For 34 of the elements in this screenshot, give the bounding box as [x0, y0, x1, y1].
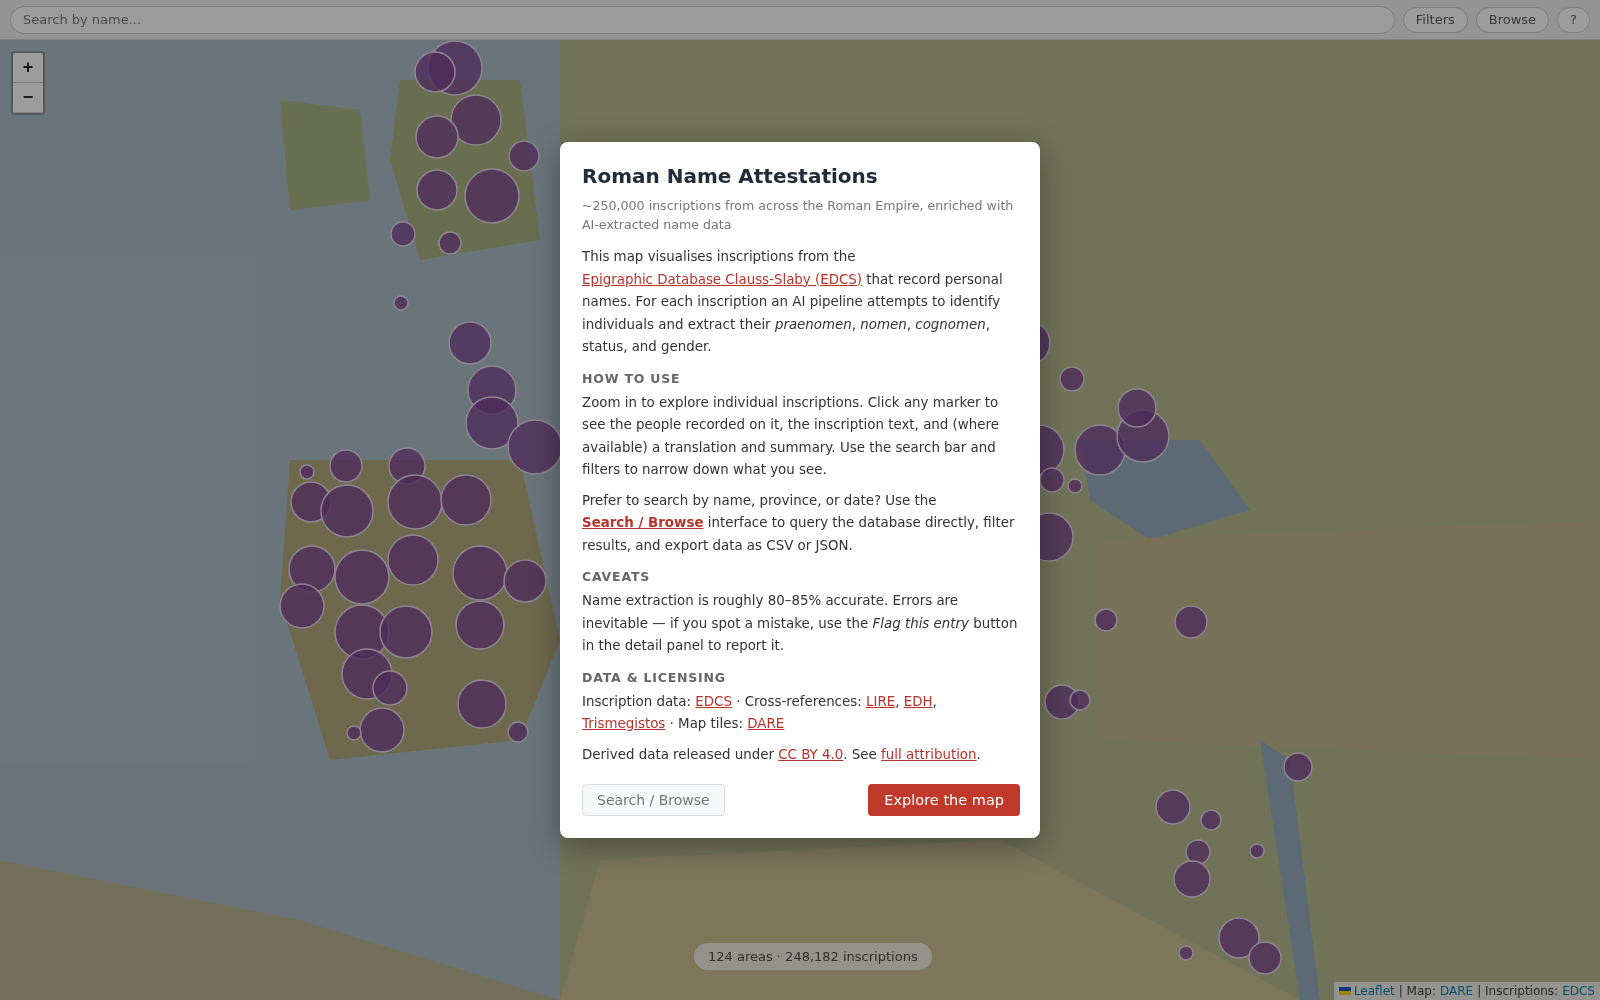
flag-icon	[1338, 987, 1351, 995]
text-link[interactable]: EDH	[903, 693, 933, 709]
text-link[interactable]: LIRE	[865, 693, 896, 709]
paragraph: Zoom in to explore individual inscriptions. Click any marker to see the people recorded on it, the inscription text, and (where available) a translation and summary. Use the search bar and filters to narrow down what you see.	[582, 393, 1000, 479]
toolbar-button[interactable]: Filters	[1402, 6, 1468, 33]
section-heading: DATA & LICENSING	[582, 669, 727, 685]
status-pill: 124 areas · 248,182 inscriptions	[694, 943, 932, 970]
text-link[interactable]: Search / Browse	[582, 515, 704, 530]
text-link[interactable]: Trismegistos	[582, 716, 666, 731]
search-field[interactable]: Search by name...	[10, 5, 1395, 34]
text-link[interactable]: DARE	[747, 716, 785, 731]
text-link[interactable]: Epigraphic Database Clauss-Slaby (EDCS)	[582, 271, 863, 287]
toolbar-button[interactable]: Browse	[1475, 6, 1550, 33]
attribution-text: | Inscriptions:	[1477, 984, 1559, 998]
paragraph: This map visualises inscriptions from the Epigraphic Database Clauss-Slaby (EDCS) that record personal names. For each inscription an AI pipeline attempts to identify individuals and extract their praenomen, nomen, cognomen, status, and gender.	[582, 248, 1004, 356]
paragraph: Inscription data: EDCS · Cross-references: LIRE, EDH, Trismegistos · Map tiles: DARE	[582, 692, 938, 733]
zoom-in-button[interactable]: +	[13, 53, 43, 83]
attribution-link[interactable]: Leaflet	[1338, 984, 1395, 998]
explore-map-button[interactable]: Explore the map	[868, 784, 1020, 816]
attribution-text: | Map:	[1398, 984, 1436, 998]
dialog-title: Roman Name Attestations	[582, 164, 879, 188]
zoom-out-button[interactable]: −	[13, 83, 43, 113]
dialog-subtitle: ~250,000 inscriptions from across the Roman Empire, enriched with AI-extracted name data	[582, 197, 1015, 234]
search-browse-button[interactable]: Search / Browse	[582, 784, 725, 816]
section-heading: HOW TO USE	[582, 370, 682, 386]
attribution-link[interactable]: EDCS	[1562, 984, 1595, 998]
paragraph: Derived data released under CC BY 4.0. See full attribution.	[582, 745, 982, 764]
text-link[interactable]: full attribution	[881, 746, 977, 762]
text-link[interactable]: EDCS	[695, 693, 732, 709]
help-button[interactable]: ?	[1557, 6, 1590, 33]
attribution-link[interactable]: DARE	[1439, 984, 1474, 998]
section-heading: CAVEATS	[582, 569, 652, 584]
paragraph: Prefer to search by name, province, or date? Use the Search / Browse interface to query the database directly, filter results, and export data as CSV or JSON.	[582, 491, 1016, 555]
paragraph: Name extraction is roughly 80–85% accurate. Errors are inevitable — if you spot a mistake, use the Flag this entry button in the detail panel to report it.	[582, 592, 1019, 655]
